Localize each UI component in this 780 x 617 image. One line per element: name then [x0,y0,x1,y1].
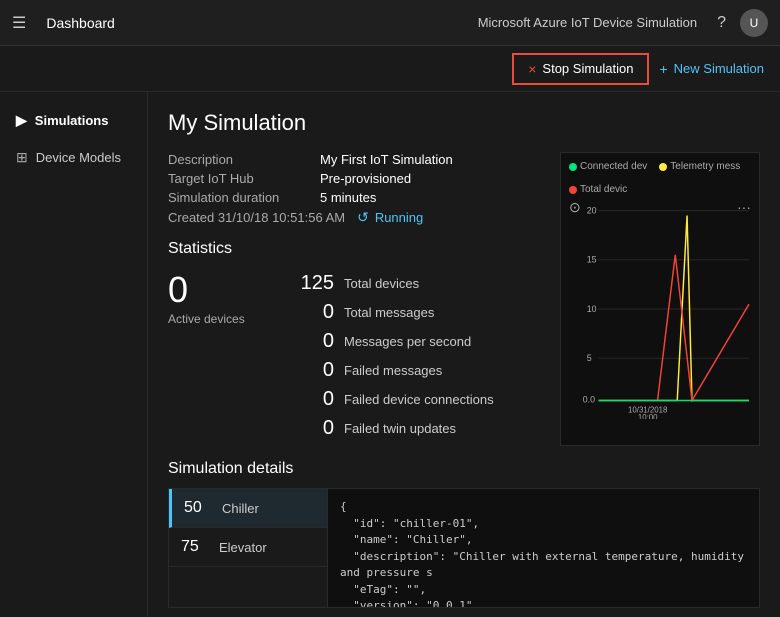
chart-panel: Connected dev Telemetry mess Total devic… [560,152,760,446]
stats-title: Statistics [168,240,544,258]
total-messages-row: 0 Total messages [298,301,544,324]
sim-details-title: Simulation details [168,460,760,478]
stats-content: 0 Active devices 125 Total devices 0 Tot… [168,272,544,446]
failed-messages-number: 0 [298,359,334,382]
target-hub-label: Target IoT Hub [168,171,308,186]
device-list-item-chiller[interactable]: 50 Chiller [169,489,327,528]
simulations-icon: ▶ [16,112,27,129]
description-label: Description [168,152,308,167]
svg-text:15: 15 [587,255,597,265]
connected-dot [569,163,577,171]
device-list: 50 Chiller 75 Elevator [168,488,328,608]
legend-total: Total devic [569,184,627,195]
legend-connected: Connected dev [569,161,647,172]
failed-connections-row: 0 Failed device connections [298,388,544,411]
elevator-name: Elevator [219,540,267,555]
info-panel: Description My First IoT Simulation Targ… [168,152,544,446]
page-title: My Simulation [168,110,760,136]
chart-options-icon[interactable]: ··· [737,199,751,215]
total-devices-label: Total devices [344,276,419,291]
main-content: My Simulation Description My First IoT S… [148,92,780,617]
new-simulation-button[interactable]: + New Simulation [659,61,764,77]
svg-text:0.0: 0.0 [583,394,595,404]
svg-text:5: 5 [587,353,592,363]
failed-messages-row: 0 Failed messages [298,359,544,382]
messages-per-second-number: 0 [298,330,334,353]
layout: ▶ Simulations ⊞ Device Models My Simulat… [0,92,780,617]
total-devices-row: 125 Total devices [298,272,544,295]
messages-per-second-label: Messages per second [344,334,471,349]
chart-svg: 20 15 10 5 0.0 [569,199,751,419]
device-list-item-elevator[interactable]: 75 Elevator [169,528,327,567]
telemetry-dot [659,163,667,171]
active-devices-number: 0 [168,272,268,308]
chart-legend: Connected dev Telemetry mess Total devic [569,161,751,195]
plus-icon: + [659,61,667,77]
sidebar: ▶ Simulations ⊞ Device Models [0,92,148,617]
svg-text:10: 10 [587,304,597,314]
failed-connections-number: 0 [298,388,334,411]
total-devices-number: 125 [298,272,334,295]
actionbar: × Stop Simulation + New Simulation [0,46,780,92]
failed-twin-number: 0 [298,417,334,440]
chiller-name: Chiller [222,501,259,516]
stop-icon: × [528,61,536,77]
duration-label: Simulation duration [168,190,308,205]
duration-value: 5 minutes [320,190,376,205]
legend-connected-label: Connected dev [580,161,647,172]
legend-total-label: Total devic [580,184,627,195]
sim-details: Simulation details 50 Chiller 75 Elevato… [168,460,760,608]
legend-telemetry: Telemetry mess [659,161,740,172]
help-icon[interactable]: ? [717,14,726,32]
stop-label: Stop Simulation [542,61,633,76]
hamburger-icon[interactable]: ☰ [12,13,26,33]
sidebar-label-simulations: Simulations [35,113,109,128]
sidebar-item-simulations[interactable]: ▶ Simulations [0,102,147,139]
app-name: Microsoft Azure IoT Device Simulation [478,15,697,30]
stop-simulation-button[interactable]: × Stop Simulation [512,53,649,85]
total-dot [569,186,577,194]
failed-connections-label: Failed device connections [344,392,494,407]
json-panel: { "id": "chiller-01", "name": "Chiller",… [328,488,760,608]
svg-text:10:00: 10:00 [638,413,658,419]
legend-telemetry-label: Telemetry mess [670,161,740,172]
active-devices-block: 0 Active devices [168,272,268,446]
total-messages-label: Total messages [344,305,434,320]
sim-details-content: 50 Chiller 75 Elevator { "id": "chiller-… [168,488,760,608]
failed-twin-row: 0 Failed twin updates [298,417,544,440]
status-label: Running [375,210,423,225]
topbar-title: Dashboard [46,15,477,31]
sidebar-item-device-models[interactable]: ⊞ Device Models [0,139,147,176]
running-icon: ↺ [357,209,369,226]
messages-per-second-row: 0 Messages per second [298,330,544,353]
stats-section: Statistics 0 Active devices 125 Total de… [168,240,544,446]
active-devices-label: Active devices [168,312,268,326]
topbar-icons: ? U [717,9,768,37]
topbar: ☰ Dashboard Microsoft Azure IoT Device S… [0,0,780,46]
elevator-count: 75 [181,538,209,556]
description-value: My First IoT Simulation [320,152,453,167]
svg-text:20: 20 [587,206,597,216]
json-content: { "id": "chiller-01", "name": "Chiller",… [340,499,747,608]
total-messages-number: 0 [298,301,334,324]
avatar[interactable]: U [740,9,768,37]
created-label: Created 31/10/18 10:51:56 AM [168,210,345,225]
stats-rows: 125 Total devices 0 Total messages 0 Mes… [298,272,544,446]
layers-icon: ⊙ [569,199,581,216]
status-badge: ↺ Running [357,209,423,226]
sidebar-label-device-models: Device Models [36,150,121,165]
chiller-count: 50 [184,499,212,517]
new-simulation-label: New Simulation [674,61,764,76]
chart-wrapper: ⊙ ··· 20 15 10 5 0.0 [569,199,751,419]
target-hub-value: Pre-provisioned [320,171,411,186]
device-models-icon: ⊞ [16,149,28,166]
failed-twin-label: Failed twin updates [344,421,456,436]
failed-messages-label: Failed messages [344,363,442,378]
